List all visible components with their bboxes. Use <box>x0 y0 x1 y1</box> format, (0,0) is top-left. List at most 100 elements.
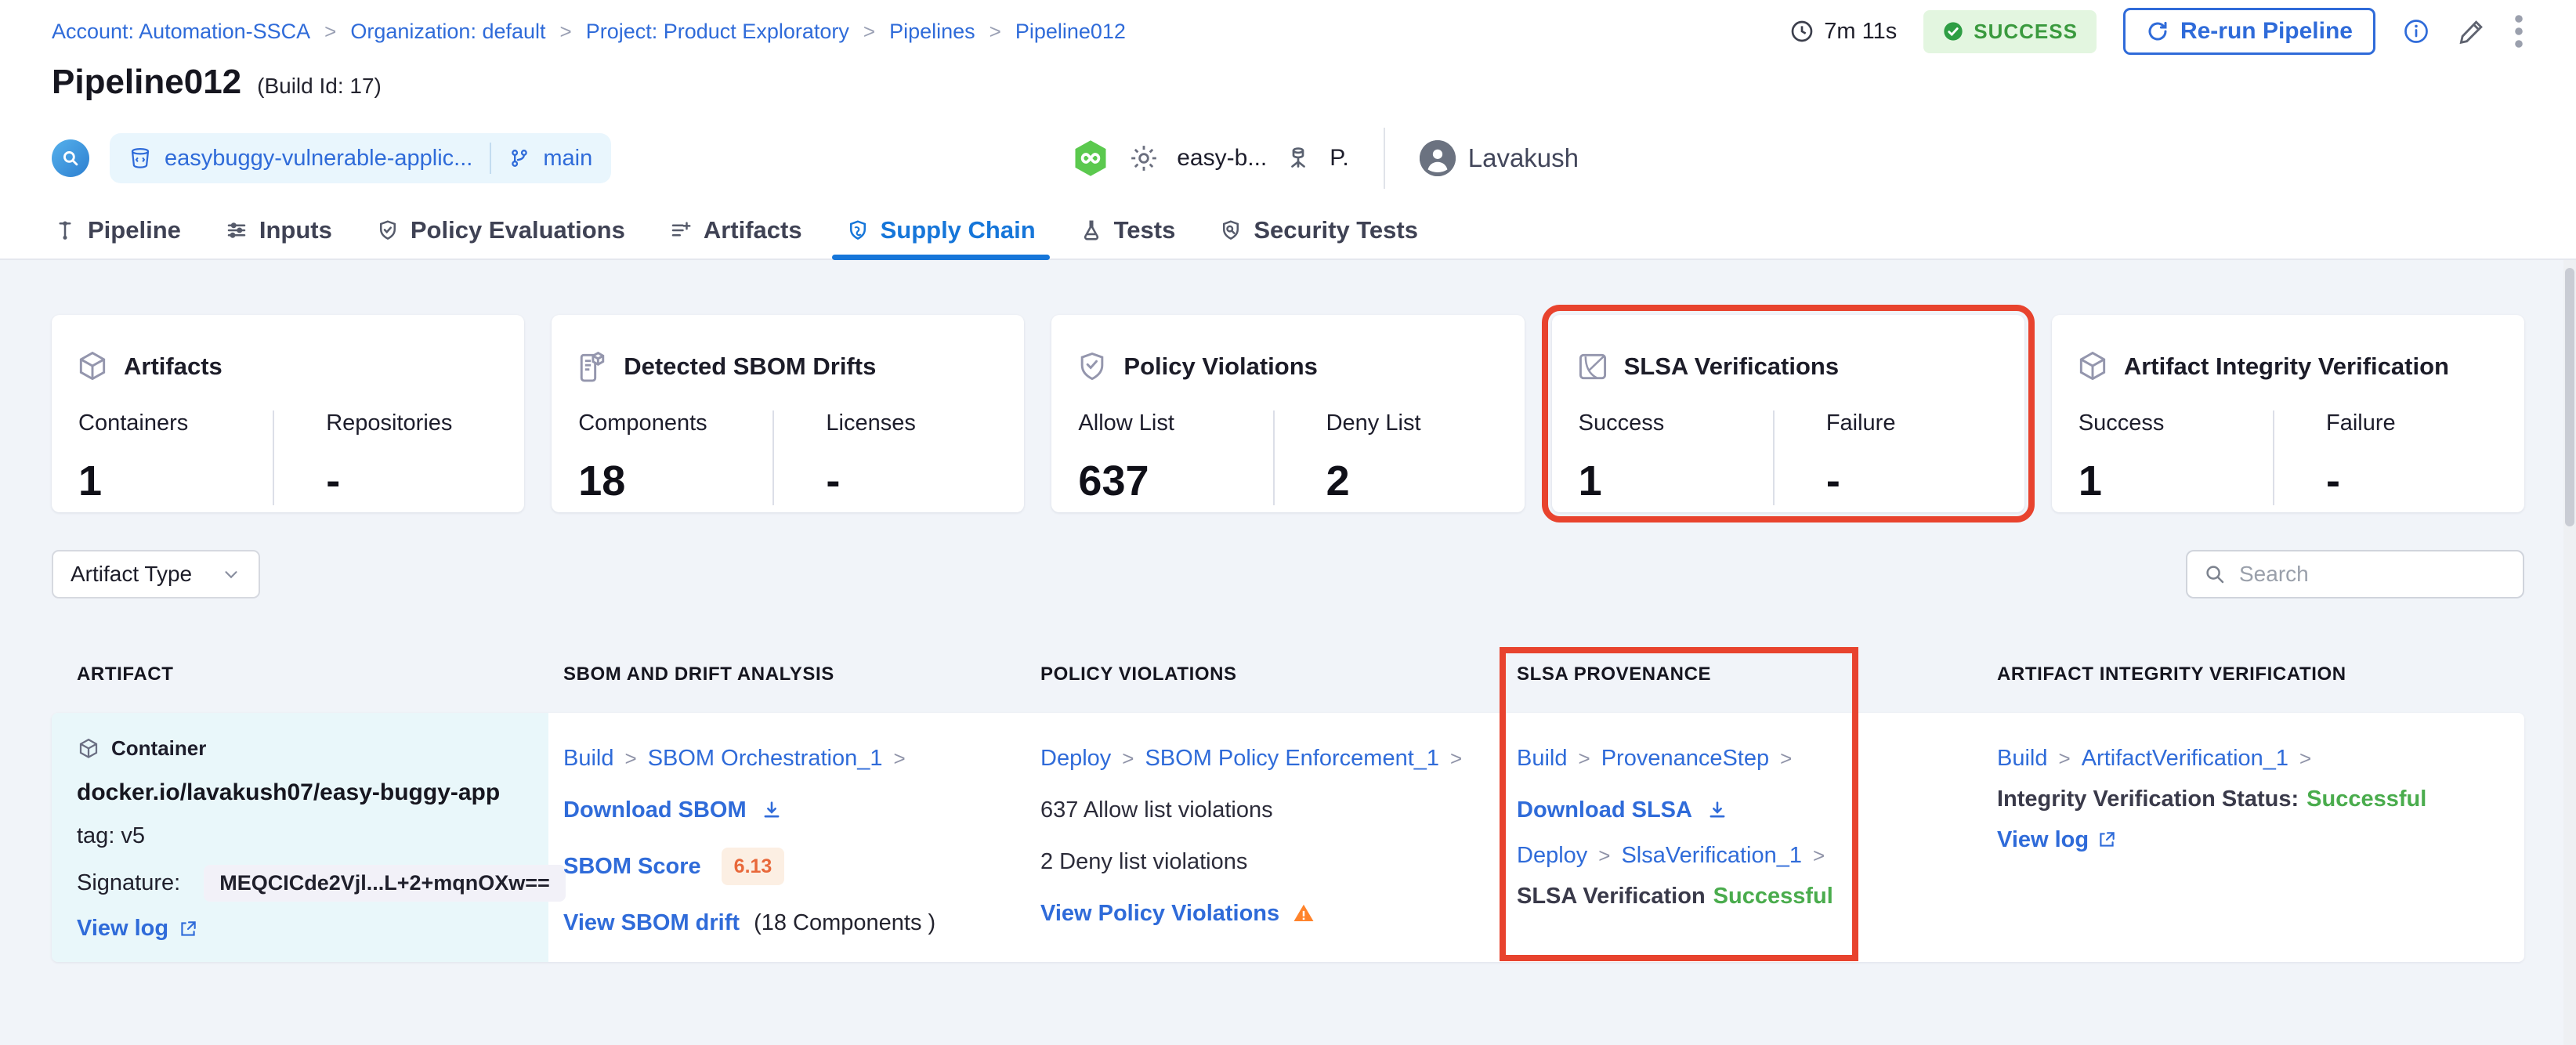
sbom-score-link[interactable]: SBOM Score <box>563 852 701 880</box>
view-sbom-drift-link[interactable]: View SBOM drift <box>563 909 740 937</box>
info-icon[interactable] <box>2402 17 2430 45</box>
supply-chain-content: Artifacts Containers 1 Repositories - De… <box>0 260 2576 962</box>
tab-inputs[interactable]: Inputs <box>203 202 354 259</box>
gear-icon <box>1128 143 1160 174</box>
ssca-module-icon <box>52 139 89 177</box>
slsa-cell: Build > ProvenanceStep > Download SLSA D… <box>1517 713 1997 962</box>
policy-cell: Deploy > SBOM Policy Enforcement_1 > 637… <box>1040 713 1517 962</box>
breadcrumb-separator: > <box>324 19 337 43</box>
artifact-view-log-link[interactable]: View log <box>77 916 168 942</box>
page-title: Pipeline012 <box>52 63 242 101</box>
rerun-pipeline-button[interactable]: Re-run Pipeline <box>2122 8 2375 55</box>
user-name: Lavakush <box>1467 143 1579 172</box>
header-actions: 7m 11s SUCCESS Re-run Pipeline <box>1789 8 2524 55</box>
trigger-abbrev: P. <box>1330 145 1349 171</box>
kebab-menu-icon[interactable] <box>2513 14 2524 49</box>
tab-pipeline[interactable]: Pipeline <box>31 202 203 259</box>
integrity-status-value: Successful <box>2306 786 2427 812</box>
chevron-separator: > <box>624 747 637 770</box>
chevron-separator: > <box>1598 844 1611 867</box>
card-artifacts: Artifacts Containers 1 Repositories - <box>52 315 525 512</box>
status-badge: SUCCESS <box>1923 9 2097 53</box>
chevron-separator: > <box>1122 747 1134 770</box>
tab-artifacts[interactable]: Artifacts <box>647 202 824 259</box>
column-header-artifact: ARTIFACT <box>77 664 174 685</box>
search-input[interactable] <box>2239 562 2522 587</box>
chevron-down-icon <box>221 564 241 584</box>
tab-tests[interactable]: Tests <box>1058 202 1198 259</box>
card-artifact-integrity: Artifact Integrity Verification Success … <box>2051 315 2525 512</box>
slsa-stage1-link[interactable]: Build <box>1517 744 1568 772</box>
pipeline-meta-row: easybuggy-vulnerable-applic... main easy… <box>52 114 2524 202</box>
cube-icon <box>2075 349 2110 384</box>
slsa-stage2-link[interactable]: Deploy <box>1517 841 1587 870</box>
vertical-scrollbar[interactable] <box>2563 260 2576 1045</box>
artifact-cell: Container docker.io/lavakush07/easy-bugg… <box>52 713 566 962</box>
breadcrumb-project[interactable]: Project: Product Exploratory <box>586 20 849 44</box>
tab-security-tests[interactable]: Security Tests <box>1197 202 1440 259</box>
breadcrumb-separator: > <box>559 19 572 43</box>
policy-stage-link[interactable]: Deploy <box>1040 744 1111 772</box>
column-header-policy: POLICY VIOLATIONS <box>1040 664 1237 685</box>
breadcrumb-pipelines[interactable]: Pipelines <box>889 20 975 44</box>
slsa-status-label: SLSA Verification <box>1517 884 1706 909</box>
stat-value: 637 <box>1078 457 1149 504</box>
card-title: SLSA Verifications <box>1623 353 1840 380</box>
breadcrumb-separator: > <box>989 19 1001 43</box>
search-icon <box>2203 562 2227 586</box>
signature-value[interactable]: MEQCICde2Vjl...L+2+mqnOXw== <box>204 865 566 902</box>
sbom-stage-link[interactable]: Build <box>563 744 614 772</box>
branch-name[interactable]: main <box>543 146 592 172</box>
view-policy-violations-link[interactable]: View Policy Violations <box>1040 899 1279 927</box>
artifact-type-dropdown[interactable]: Artifact Type <box>52 550 260 598</box>
integrity-step-link[interactable]: ArtifactVerification_1 <box>2082 744 2288 772</box>
scrollbar-thumb[interactable] <box>2565 268 2574 526</box>
ci-hexagon-icon <box>1070 138 1111 179</box>
refresh-icon <box>2146 20 2169 43</box>
stat-value: 1 <box>2078 457 2102 504</box>
cube-icon <box>75 349 110 384</box>
integrity-view-log-link[interactable]: View log <box>1997 826 2089 854</box>
download-sbom-link[interactable]: Download SBOM <box>563 796 747 824</box>
stat-label: Failure <box>2326 410 2396 436</box>
stat-label: Containers <box>78 410 189 436</box>
run-duration: 7m 11s <box>1789 19 1897 45</box>
slsa-step1-link[interactable]: ProvenanceStep <box>1601 744 1769 772</box>
breadcrumb-organization[interactable]: Organization: default <box>350 20 545 44</box>
repo-name[interactable]: easybuggy-vulnerable-applic... <box>165 146 472 172</box>
external-link-icon <box>178 919 198 939</box>
integrity-cell: Build > ArtifactVerification_1 > Integri… <box>1997 713 2524 962</box>
sbom-cell: Build > SBOM Orchestration_1 > Download … <box>563 713 1040 962</box>
breadcrumb-pipeline012[interactable]: Pipeline012 <box>1015 20 1126 44</box>
codebase-pill[interactable]: easybuggy-vulnerable-applic... main <box>110 133 612 183</box>
summary-cards: Artifacts Containers 1 Repositories - De… <box>52 260 2525 522</box>
table-header-row: ARTIFACT SBOM AND DRIFT ANALYSIS POLICY … <box>52 663 2524 686</box>
card-slsa-verifications: SLSA Verifications Success 1 Failure - <box>1541 305 2035 522</box>
tab-label: Pipeline <box>88 216 181 244</box>
stat-label: Failure <box>1825 410 1896 436</box>
download-slsa-link[interactable]: Download SLSA <box>1517 796 1692 824</box>
download-icon <box>1706 799 1728 821</box>
repository-icon <box>128 146 152 170</box>
artifact-table-row: Container docker.io/lavakush07/easy-bugg… <box>52 713 2524 962</box>
git-branch-icon <box>508 147 530 169</box>
policy-step-link[interactable]: SBOM Policy Enforcement_1 <box>1145 744 1439 772</box>
breadcrumb-account[interactable]: Account: Automation-SSCA <box>52 20 310 44</box>
sbom-step-link[interactable]: SBOM Orchestration_1 <box>648 744 883 772</box>
chevron-separator: > <box>1813 844 1825 867</box>
chevron-separator: > <box>2058 747 2071 770</box>
tab-supply-chain[interactable]: Supply Chain <box>824 202 1058 260</box>
triggered-by-user: Lavakush <box>1419 140 1579 176</box>
edit-pencil-icon[interactable] <box>2457 16 2487 46</box>
stat-label: Success <box>1578 410 1665 436</box>
status-text: SUCCESS <box>1974 19 2078 43</box>
deny-list-violations: 2 Deny list violations <box>1040 849 1248 874</box>
duration-text: 7m 11s <box>1824 18 1898 44</box>
breadcrumb: Account: Automation-SSCA > Organization:… <box>52 20 1126 44</box>
slsa-step2-link[interactable]: SlsaVerification_1 <box>1621 841 1802 870</box>
integrity-status-label: Integrity Verification Status: <box>1997 786 2299 812</box>
tab-policy-evaluations[interactable]: Policy Evaluations <box>354 202 647 259</box>
chevron-separator: > <box>1450 747 1463 770</box>
integrity-stage-link[interactable]: Build <box>1997 744 2048 772</box>
meta-divider <box>1383 128 1385 189</box>
